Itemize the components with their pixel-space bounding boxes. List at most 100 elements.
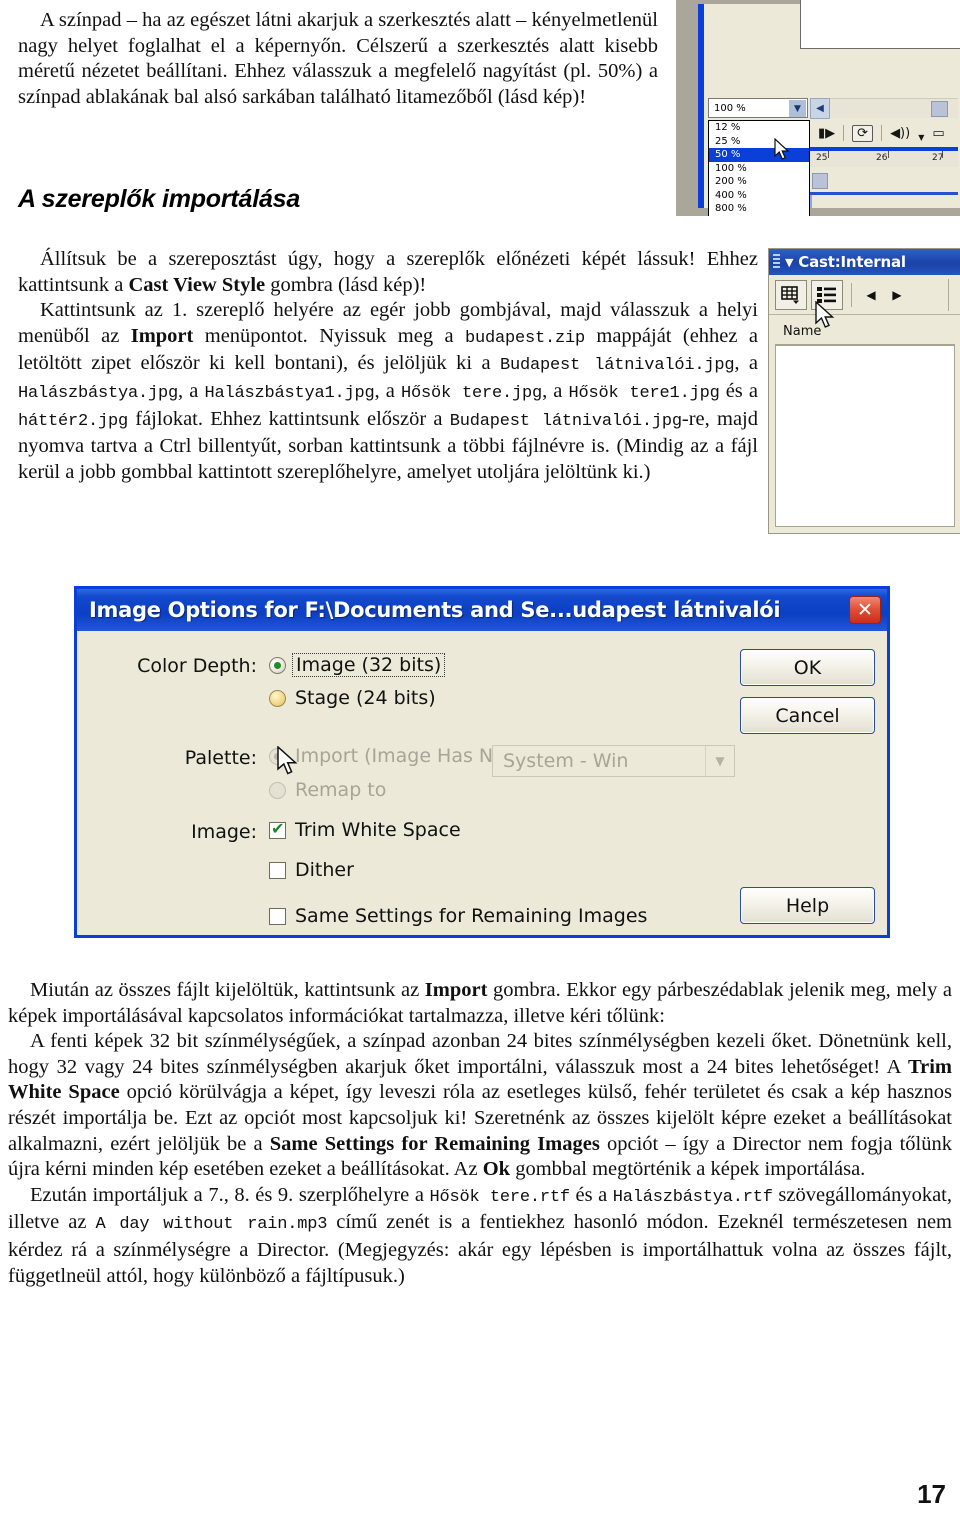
radio-palette-remap: Remap to [269, 779, 386, 801]
cast-member-list[interactable] [775, 345, 955, 527]
label-palette: Palette: [184, 747, 257, 769]
paragraph-color-depth-explanation: A fenti képek 32 bit színmélységűek, a s… [8, 1029, 952, 1183]
paragraph-import-files: Kattintsunk az 1. szereplő helyére az eg… [18, 298, 758, 485]
cast-toolbar: ◀ ▶ [769, 275, 960, 315]
checkbox-icon[interactable] [269, 819, 286, 839]
radio-label: Stage (24 bits) [295, 687, 436, 709]
chevron-down-icon[interactable]: ▼ [785, 256, 793, 269]
paragraph-import-text-and-audio: Ezután importáljuk a 7., 8. és 9. szerpl… [8, 1183, 952, 1289]
loop-playback-icon[interactable]: ⟳ [852, 124, 874, 142]
channel-widget-icon[interactable] [812, 173, 828, 189]
close-icon[interactable]: ✕ [849, 596, 881, 624]
palette-select: System - Win ▼ [492, 745, 735, 777]
filename-a-day-without-rain-mp3: A day without rain.mp3 [95, 1215, 328, 1235]
text-run: gombbal megtörténik a képek importálása. [510, 1158, 866, 1181]
checkbox-icon[interactable] [269, 861, 286, 879]
dialog-titlebar: Image Options for F:\Documents and Se...… [77, 589, 887, 631]
frame-number: 27 [932, 153, 944, 163]
window-left-blue-edge [698, 4, 704, 208]
emphasis-import: Import [424, 979, 488, 1001]
page: A színpad – ha az egészet látni akarjuk … [0, 0, 960, 1524]
thumbnail-view-icon[interactable] [775, 279, 807, 310]
score-frame-ruler: 25 26 27 [810, 151, 958, 167]
middle-text-block: Állítsuk be a szereposztást úgy, hogy a … [18, 247, 758, 485]
divider [843, 125, 845, 141]
chevron-down-icon[interactable]: ▼ [918, 134, 924, 142]
checkbox-label: Same Settings for Remaining Images [295, 905, 648, 927]
checkbox-trim-white-space[interactable]: Trim White Space [269, 819, 461, 841]
score-channel-row [810, 170, 958, 192]
radio-label: Remap to [295, 779, 387, 801]
zoom-option-400[interactable]: 400 % [709, 189, 809, 203]
page-number: 17 [917, 1479, 946, 1509]
mouse-cursor-icon [774, 138, 791, 162]
zoom-combobox-value: 100 % [714, 103, 746, 114]
tempo-icon[interactable]: ▭ [932, 127, 944, 140]
filename-halaszbastya-rtf: Halászbástya.rtf [612, 1187, 773, 1207]
filename-hosok-tere-rtf: Hősök tere.rtf [429, 1187, 570, 1207]
palette-select-value: System - Win [503, 750, 629, 772]
bottom-text-block: Miután az összes fájlt kijelöltük, katti… [8, 978, 952, 1289]
emphasis-ok: Ok [482, 1158, 511, 1181]
cancel-button[interactable]: Cancel [740, 697, 875, 734]
next-cast-member-icon[interactable]: ▶ [886, 281, 908, 309]
cast-window-titlebar: ▼ Cast:Internal [769, 249, 960, 275]
divider [881, 125, 883, 141]
radio-color-depth-stage[interactable]: Stage (24 bits) [269, 687, 436, 709]
checkbox-dither[interactable]: Dither [269, 859, 354, 881]
filename-hatter2-jpg: háttér2.jpg [18, 411, 129, 431]
frame-number: 26 [876, 153, 888, 163]
filename-budapest-zip: budapest.zip [464, 328, 585, 348]
previous-cast-member-icon[interactable]: ◀ [860, 281, 882, 309]
filename-halaszbastya1-jpg: Halászbástya1.jpg [204, 383, 375, 403]
radio-color-depth-image[interactable]: Image (32 bits) [269, 653, 446, 677]
screenshot-stage-zoom: 100 % ▼ ◀ ▮▶ ⟳ ◀)) ▼ ▭ 25 26 27 12 % 25 … [676, 0, 960, 216]
radio-icon[interactable] [269, 656, 286, 674]
label-color-depth: Color Depth: [137, 655, 257, 677]
top-text-block: A színpad – ha az egészet látni akarjuk … [18, 8, 658, 110]
checkbox-same-settings-remaining-images[interactable]: Same Settings for Remaining Images [269, 905, 647, 927]
zoom-option-100[interactable]: 100 % [709, 162, 809, 176]
ok-button[interactable]: OK [740, 649, 875, 686]
checkbox-icon[interactable] [269, 907, 286, 925]
radio-label: Image (32 bits) [292, 653, 446, 677]
image-options-dialog: Image Options for F:\Documents and Se...… [74, 586, 890, 938]
text-run: és a [719, 379, 759, 402]
volume-icon[interactable]: ◀)) [890, 127, 910, 140]
rail-widget-icon[interactable] [931, 101, 948, 117]
zoom-option-200[interactable]: 200 % [709, 175, 809, 189]
page-title: A szereplők importálása [18, 185, 301, 213]
zoom-dropdown-list[interactable]: 12 % 25 % 50 % 100 % 200 % 400 % 800 % [708, 120, 810, 216]
toolbar-rail [830, 98, 958, 118]
divider [948, 279, 949, 311]
emphasis-import: Import [130, 324, 194, 347]
score-bottom-divider [810, 192, 958, 195]
text-run: , a [542, 379, 569, 402]
radio-icon[interactable] [269, 689, 286, 707]
radio-icon [269, 781, 286, 799]
drag-grip-icon[interactable] [773, 254, 780, 270]
text-run: menüpontot. Nyissuk meg a [193, 324, 465, 347]
paragraph-cast-view-style: Állítsuk be a szereposztást úgy, hogy a … [18, 247, 758, 298]
zoom-option-25[interactable]: 25 % [709, 135, 809, 149]
section-heading-block: A szereplők importálása [18, 185, 658, 214]
screenshot-cast-window: ▼ Cast:Internal ◀ ▶ Name [768, 248, 960, 534]
back-arrow-button[interactable]: ◀ [810, 98, 830, 119]
text-run: , a [734, 352, 758, 375]
checkbox-label: Trim White Space [295, 819, 461, 841]
zoom-option-12[interactable]: 12 % [709, 121, 809, 135]
label-image: Image: [191, 821, 257, 843]
step-forward-icon[interactable]: ▮▶ [818, 127, 835, 140]
zoom-option-50-selected[interactable]: 50 % [709, 148, 809, 162]
filename-hosok-tere1-jpg: Hősök tere1.jpg [568, 383, 720, 403]
filename-budapest-latnivaloi-jpg-2: Budapest látnivalói.jpg [449, 411, 682, 431]
chevron-down-icon: ▼ [705, 746, 734, 776]
chevron-down-icon[interactable]: ▼ [789, 100, 806, 117]
emphasis-cast-view-style: Cast View Style [128, 273, 266, 296]
text-run: gombra (lásd kép)! [265, 273, 427, 296]
help-button[interactable]: Help [740, 887, 875, 924]
zoom-option-800[interactable]: 800 % [709, 202, 809, 216]
zoom-combobox[interactable]: 100 % ▼ [708, 98, 808, 118]
mouse-cursor-icon [277, 746, 301, 778]
mouse-cursor-icon [815, 301, 837, 331]
